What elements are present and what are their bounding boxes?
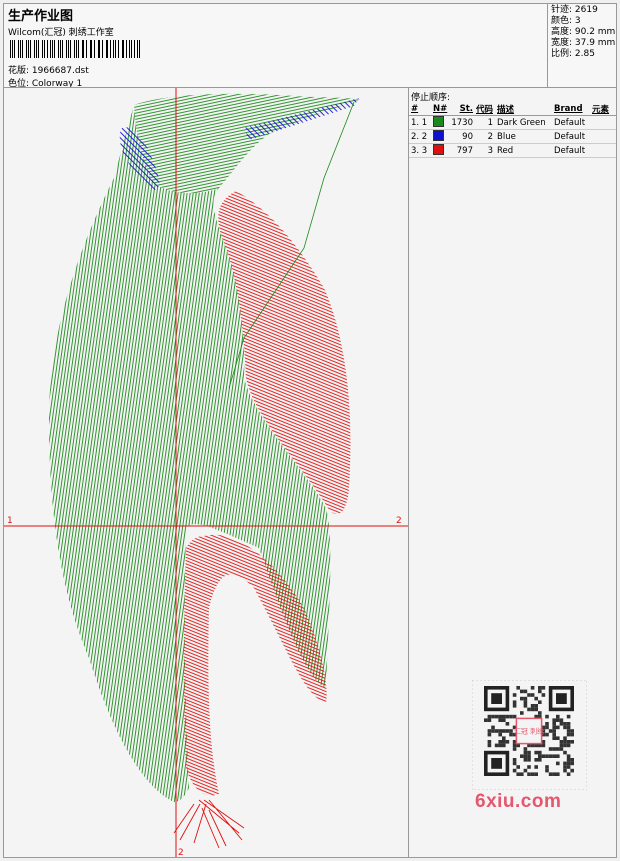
design-width: 宽度: 37.9 mm [551,38,616,48]
code-cell: 3 [487,145,493,156]
color-count: 颜色: 3 [551,16,581,26]
axis-marker-left: 1 [7,516,13,526]
col-header-description: 描述 [497,104,515,115]
description-cell: Red [497,145,514,156]
design-height: 高度: 90.2 mm [551,27,616,37]
qr-stamp-label: 汇冠 刺绣 [514,727,544,736]
watermark-logo: 6xiu.com [475,791,562,812]
row-number: 3. 3 [411,145,428,156]
col-header-brand: Brand [554,103,583,114]
code-cell: 1 [487,117,493,128]
stitch-count-cell: 797 [456,145,473,156]
color-swatch [433,115,444,127]
barcode [10,40,142,58]
stitch-count-cell: 1730 [451,117,473,128]
row-number: 1. 1 [411,117,428,128]
red-feet [173,799,245,849]
table-row: 2. 2 90 2 Blue Default [409,129,616,144]
design-preview: 1 2 2 [3,87,409,858]
brand-cell: Default [554,117,586,128]
design-stats: 针迹: 2619 颜色: 3 高度: 90.2 mm 宽度: 37.9 mm 比… [547,3,617,88]
col-header-code: 代码 [475,104,493,115]
table-header-row: # N# St. 代码 描述 Brand 元素 [409,102,616,116]
description-cell: Dark Green [497,117,546,128]
stop-sequence-table: # N# St. 代码 描述 Brand 元素 1. 1 1730 1 Dark… [409,102,616,158]
header-panel: 生产作业图 Wilcom(汇冠) 刺绣工作室 花版: 1966687.dst 色… [3,3,548,89]
stitch-count: 针迹: 2619 [551,5,598,15]
col-header-num: # [411,103,419,114]
col-header-n: N# [433,103,448,114]
table-row: 1. 1 1730 1 Dark Green Default [409,115,616,130]
stitch-count-cell: 90 [462,131,473,142]
description-cell: Blue [497,131,516,142]
color-swatch [433,143,444,155]
design-ratio: 比例: 2.85 [551,49,595,59]
sheet-title: 生产作业图 [8,9,74,24]
studio-name: Wilcom(汇冠) 刺绣工作室 [8,28,114,38]
penguin-embroidery-drawing: 1 2 2 [4,88,408,858]
brand-cell: Default [554,131,586,142]
qr-code-icon: 汇冠 刺绣 [471,679,588,791]
axis-marker-bottom: 2 [178,848,184,857]
code-cell: 2 [487,131,493,142]
table-row: 3. 3 797 3 Red Default [409,143,616,158]
stop-sequence-panel: 停止顺序: # N# St. 代码 描述 Brand 元素 1. 1 1730 … [408,87,617,858]
brand-cell: Default [554,145,586,156]
row-number: 2. 2 [411,131,428,142]
col-header-stitches: St. [459,103,473,114]
color-swatch [433,129,444,141]
col-header-element: 元素 [592,104,610,115]
design-file-label: 花版: 1966687.dst [8,66,89,76]
axis-marker-right: 2 [396,516,402,526]
